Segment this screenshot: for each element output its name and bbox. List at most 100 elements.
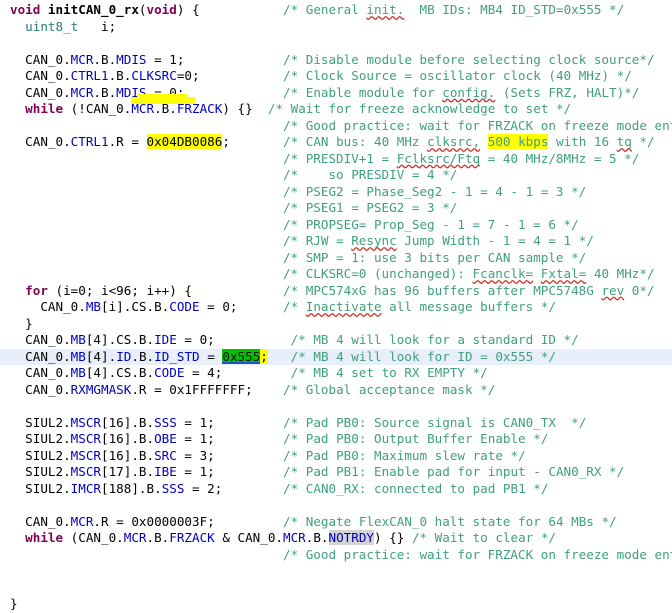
- code-comment: /* Global acceptance mask */: [283, 381, 496, 397]
- code-token: CAN_0.: [10, 68, 71, 83]
- code-comment: /* SMP = 1: use 3 bits per CAN sample */: [282, 249, 587, 265]
- code-token: [16].B.: [101, 447, 155, 463]
- code-token: CLKSRC: [131, 68, 177, 83]
- code-gap: [184, 85, 283, 100]
- code-line[interactable]: while (CAN_0.MCR.B.FRZACK & CAN_0.MCR.B.…: [0, 530, 672, 547]
- code-line[interactable]: [0, 35, 672, 52]
- code-comment: /* PRESDIV+1 = Fclksrc/Ftq = 40 MHz/8MHz…: [282, 150, 640, 166]
- code-token: CTRL1: [70, 134, 109, 149]
- code-comment: /* Enable module for config. (Sets FRZ, …: [283, 84, 640, 100]
- code-token: (CAN_0.: [63, 530, 124, 545]
- code-token: ID: [116, 348, 132, 364]
- code-line[interactable]: [0, 580, 672, 597]
- code-token: .R = 0x1FFFFFFF;: [131, 381, 253, 397]
- code-line[interactable]: CAN_0.MB[4].ID.B.ID_STD = 0x555; /* MB 4…: [0, 348, 672, 365]
- code-editor[interactable]: void initCAN_0_rx(void) { /* General ini…: [0, 0, 672, 611]
- code-comment: /* Good practice: wait for FRZACK on fre…: [282, 117, 672, 133]
- code-comment: /* Good practice: wait for FRZACK on fre…: [282, 546, 672, 562]
- code-token: = 0;: [176, 332, 215, 347]
- code-line[interactable]: [0, 398, 672, 415]
- selected-token[interactable]: 0x555: [222, 348, 261, 364]
- code-line[interactable]: SIUL2.MSCR[16].B.SSS = 1; /* Pad PB0: So…: [0, 415, 672, 432]
- code-token: CAN_0.: [10, 365, 71, 380]
- code-token: MSCR: [70, 447, 102, 463]
- code-token: /* Wait to clear */: [411, 530, 556, 545]
- code-line[interactable]: CAN_0.MCR.R = 0x0000003F; /* Negate Flex…: [0, 514, 672, 531]
- code-gap: [10, 184, 283, 199]
- code-line[interactable]: [0, 497, 672, 514]
- code-comment: /* MPC574xG has 96 buffers after MPC5748…: [282, 282, 655, 298]
- code-gap: [200, 68, 283, 83]
- code-gap: [10, 167, 283, 182]
- code-comment: /* MB 4 will look for a standard ID */: [290, 332, 579, 347]
- code-token: MSCR: [70, 414, 102, 430]
- code-gap: [192, 283, 283, 298]
- code-line[interactable]: SIUL2.IMCR[188].B.SSS = 2; /* CAN0_RX: c…: [0, 481, 672, 498]
- code-line[interactable]: /* PROPSEG= Prop_Seg - 1 = 7 - 1 = 6 */: [0, 217, 672, 234]
- highlighted-comment-token[interactable]: 500 kbps: [487, 134, 549, 149]
- code-gap: [10, 233, 283, 248]
- code-line[interactable]: CAN_0.CTRL1.B.CLKSRC=0; /* Clock Source …: [0, 68, 672, 85]
- code-line[interactable]: CAN_0.MB[4].CS.B.IDE = 0; /* MB 4 will l…: [0, 332, 672, 349]
- code-line[interactable]: SIUL2.MSCR[17].B.IBE = 1; /* Pad PB1: En…: [0, 464, 672, 481]
- code-line[interactable]: uint8_t i;: [0, 19, 672, 36]
- code-token: CODE: [169, 299, 200, 314]
- code-line[interactable]: SIUL2.MSCR[16].B.OBE = 1; /* Pad PB0: Ou…: [0, 431, 672, 448]
- code-line[interactable]: /* CLKSRC=0 (unchanged): Fcanclk= Fxtal=…: [0, 266, 672, 283]
- code-token: = 0;: [199, 299, 238, 314]
- code-token: .R = 0x0000003F;: [93, 513, 215, 529]
- code-line[interactable]: /* PSEG1 = PSEG2 = 3 */: [0, 200, 672, 217]
- code-line[interactable]: CAN_0.CTRL1.R = 0x04DB0086; /* CAN bus: …: [0, 134, 672, 151]
- code-token: RXMGMASK: [70, 381, 132, 397]
- code-token: .B.: [131, 348, 155, 364]
- code-token: [17].B.: [101, 464, 155, 479]
- code-gap: [10, 118, 283, 133]
- code-line[interactable]: /* so PRESDIV = 4 */: [0, 167, 672, 184]
- code-token: [i].CS.B.: [101, 299, 170, 314]
- code-line[interactable]: /* SMP = 1: use 3 bits per CAN sample */: [0, 250, 672, 267]
- code-line[interactable]: /* PSEG2 = Phase_Seg2 - 1 = 4 - 1 = 3 */: [0, 184, 672, 201]
- code-line[interactable]: CAN_0.MCR.B.MDIS = 0; /* Enable module f…: [0, 85, 672, 102]
- code-token: while: [25, 101, 64, 116]
- code-line[interactable]: CAN_0.MB[i].CS.B.CODE = 0; /* Inactivate…: [0, 299, 672, 316]
- code-token: MCR: [123, 530, 147, 545]
- code-line[interactable]: CAN_0.RXMGMASK.R = 0x1FFFFFFF; /* Global…: [0, 382, 672, 399]
- code-token: = 1;: [146, 51, 185, 67]
- code-comment: /* CAN bus: 40 MHz clksrc, 500 kbps with…: [283, 134, 655, 149]
- code-line[interactable]: [0, 563, 672, 580]
- code-line[interactable]: /* PRESDIV+1 = Fclksrc/Ftq = 40 MHz/8MHz…: [0, 151, 672, 168]
- code-token: }: [10, 596, 18, 611]
- code-token: [188].B.: [101, 480, 162, 496]
- code-line[interactable]: CAN_0.MB[4].CS.B.CODE = 4; /* MB 4 set t…: [0, 365, 672, 382]
- code-line[interactable]: /* RJW = Resync Jump Width - 1 = 4 = 1 *…: [0, 233, 672, 250]
- code-token: .B.: [305, 530, 329, 545]
- code-line[interactable]: /* Good practice: wait for FRZACK on fre…: [0, 118, 672, 135]
- code-gap: [253, 382, 283, 397]
- code-line[interactable]: CAN_0.MCR.B.MDIS = 1; /* Disable module …: [0, 52, 672, 69]
- code-token: =: [199, 348, 223, 364]
- code-gap: [10, 250, 283, 265]
- code-gap: [268, 349, 291, 364]
- code-gap: [10, 217, 283, 232]
- code-line[interactable]: SIUL2.MSCR[16].B.SRC = 3; /* Pad PB0: Ma…: [0, 448, 672, 465]
- code-line[interactable]: void initCAN_0_rx(void) { /* General ini…: [0, 2, 672, 19]
- code-token: CAN_0.: [10, 299, 86, 314]
- code-line[interactable]: for (i=0; i<96; i++) { /* MPC574xG has 9…: [0, 283, 672, 300]
- code-token: CAN_0.: [10, 513, 71, 529]
- code-gap: [215, 431, 283, 446]
- highlighted-token[interactable]: 0x04DB0086: [146, 134, 223, 149]
- code-token: uint8_t: [25, 18, 79, 34]
- code-token: SIUL2.: [10, 480, 71, 496]
- code-token: CAN_0.: [10, 381, 71, 397]
- code-line[interactable]: }: [0, 596, 672, 613]
- code-line[interactable]: while (!CAN_0.MCR.B.FRZACK) {} /* Wait f…: [0, 101, 672, 118]
- code-comment: /* MB 4 will look for ID = 0x555 */: [290, 348, 556, 364]
- code-token: = 3;: [176, 447, 215, 463]
- code-token: .B.: [146, 530, 170, 545]
- highlighted-token[interactable]: ;: [260, 348, 268, 364]
- occurrence-token[interactable]: NOTRDY: [328, 530, 375, 545]
- code-line[interactable]: }: [0, 316, 672, 333]
- code-comment: /* Disable module before selecting clock…: [283, 51, 655, 67]
